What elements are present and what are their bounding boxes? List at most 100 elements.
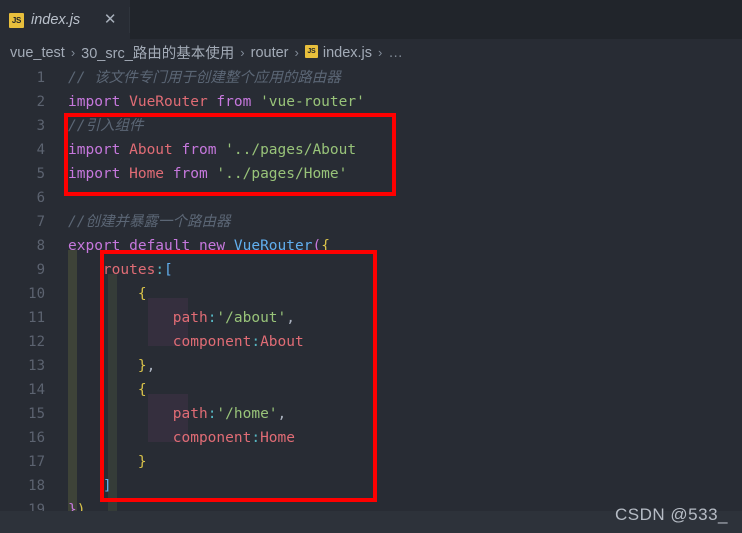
- code-token: :: [251, 430, 261, 446]
- code-line: 10 {: [0, 282, 742, 306]
- line-text: // 该文件专门用于创建整个应用的路由器: [68, 66, 341, 90]
- line-number: 3: [36, 118, 45, 134]
- close-icon[interactable]: ✕: [101, 11, 119, 29]
- code-token: export: [68, 238, 130, 254]
- code-token: :: [155, 262, 165, 278]
- line-number: 9: [36, 262, 45, 278]
- line-number: 14: [28, 382, 45, 398]
- line-number: 18: [28, 478, 45, 494]
- code-line: 1 // 该文件专门用于创建整个应用的路由器: [0, 66, 742, 90]
- code-token: VueRouter: [129, 94, 217, 110]
- code-token: Home: [129, 166, 173, 182]
- code-token: {: [137, 382, 147, 398]
- line-text: routes:[: [68, 258, 173, 282]
- breadcrumb-separator: ›: [378, 45, 383, 60]
- code-line: 16 component:Home: [0, 426, 742, 450]
- breadcrumb-item-folder[interactable]: 30_src_路由的基本使用: [81, 42, 234, 63]
- code-token: About: [260, 334, 304, 350]
- code-token: 'vue-router': [260, 94, 365, 110]
- line-text: }: [68, 450, 147, 474]
- code-line: 15 path:'/home',: [0, 402, 742, 426]
- code-token: }: [137, 358, 147, 374]
- line-number: 13: [28, 358, 45, 374]
- js-file-icon: JS: [304, 45, 318, 59]
- line-number: 2: [36, 94, 45, 110]
- code-token: //创建并暴露一个路由器: [68, 214, 231, 230]
- code-token: :: [251, 334, 261, 350]
- line-text: {: [68, 378, 147, 402]
- code-line: 18 ]: [0, 474, 742, 498]
- line-number: 5: [36, 166, 45, 182]
- line-number: 4: [36, 142, 45, 158]
- vscode-window: JS index.js ✕ vue_test › 30_src_路由的基本使用 …: [0, 0, 742, 533]
- code-token: from: [181, 142, 226, 158]
- breadcrumb-item-label: index.js: [322, 44, 373, 61]
- breadcrumb-overflow[interactable]: …: [388, 45, 404, 61]
- code-line: 3 //引入组件: [0, 114, 742, 138]
- line-text: import Home from '../pages/Home': [68, 162, 347, 186]
- code-token: import: [68, 94, 130, 110]
- line-text: import VueRouter from 'vue-router': [68, 90, 365, 114]
- code-line: 2 import VueRouter from 'vue-router': [0, 90, 742, 114]
- code-token: import: [68, 142, 130, 158]
- code-token: ,: [277, 406, 287, 422]
- breadcrumb-item-router[interactable]: router: [251, 45, 289, 61]
- code-token: //引入组件: [68, 118, 144, 134]
- tab-index-js[interactable]: JS index.js ✕: [0, 0, 131, 39]
- code-token: '../pages/Home': [216, 166, 348, 182]
- code-token: [: [164, 262, 173, 278]
- code-line: 14 {: [0, 378, 742, 402]
- code-line: 6: [0, 186, 742, 210]
- code-token: '/home': [216, 406, 278, 422]
- breadcrumb-item-index-js[interactable]: JS index.js: [304, 44, 373, 61]
- line-text: import About from '../pages/About: [68, 138, 356, 162]
- tab-label: index.js: [31, 12, 81, 28]
- code-token: path: [172, 310, 208, 326]
- line-number: 11: [28, 310, 45, 326]
- code-token: (: [312, 238, 322, 254]
- line-number: 7: [36, 214, 45, 230]
- line-number: 6: [36, 190, 45, 206]
- code-token: component: [172, 334, 252, 350]
- code-token: ,: [286, 310, 295, 326]
- code-token: // 该文件专门用于创建整个应用的路由器: [68, 70, 341, 86]
- line-text: },: [68, 354, 155, 378]
- code-line: 17 }: [0, 450, 742, 474]
- line-number: 17: [28, 454, 45, 470]
- code-line: 4 import About from '../pages/About: [0, 138, 742, 162]
- code-line: 12 component:About: [0, 330, 742, 354]
- code-token: new: [198, 238, 234, 254]
- line-text: path:'/home',: [68, 402, 287, 426]
- code-token: }: [137, 454, 147, 470]
- line-text: {: [68, 282, 147, 306]
- code-editor[interactable]: 1 // 该文件专门用于创建整个应用的路由器 2 import VueRouter f…: [0, 66, 742, 533]
- csdn-watermark: CSDN @533_: [615, 505, 728, 524]
- code-token: import: [68, 166, 130, 182]
- breadcrumb-separator: ›: [70, 45, 76, 60]
- line-number: 1: [36, 70, 45, 86]
- line-text: export default new VueRouter({: [68, 234, 330, 258]
- code-line: 5 import Home from '../pages/Home': [0, 162, 742, 186]
- js-file-icon: JS: [9, 12, 24, 28]
- line-number: 16: [28, 430, 45, 446]
- breadcrumb-item-vue-test[interactable]: vue_test: [10, 45, 65, 61]
- line-text: component:About: [68, 330, 304, 354]
- line-number: 15: [28, 406, 45, 422]
- code-line: 9 routes:[: [0, 258, 742, 282]
- code-token: from: [172, 166, 217, 182]
- editor-tab-bar: JS index.js ✕: [0, 0, 742, 39]
- line-text: //创建并暴露一个路由器: [68, 210, 230, 234]
- line-text: component:Home: [68, 426, 295, 450]
- line-number: 12: [28, 334, 45, 350]
- code-token: {: [321, 238, 330, 254]
- line-number: 8: [36, 238, 45, 254]
